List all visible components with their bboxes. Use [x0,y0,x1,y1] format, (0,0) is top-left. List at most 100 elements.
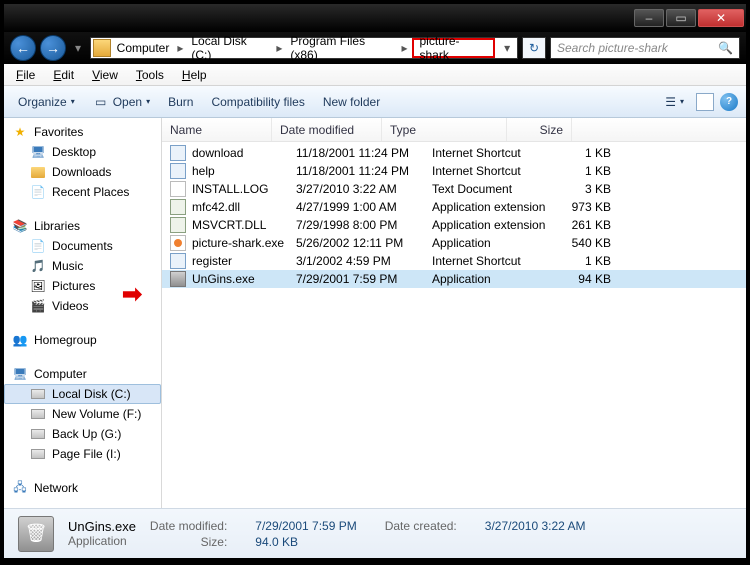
organize-button[interactable]: Organize ▾ [12,93,81,111]
back-button[interactable]: ← [10,35,36,61]
file-row[interactable]: help11/18/2001 11:24 PMInternet Shortcut… [162,162,746,180]
nav-favorites[interactable]: ★Favorites [4,122,161,142]
search-input[interactable]: Search picture-shark 🔍 [550,37,740,59]
file-row[interactable]: register3/1/2002 4:59 PMInternet Shortcu… [162,252,746,270]
drive-icon [30,426,46,442]
search-icon: 🔍 [718,41,733,55]
file-row[interactable]: picture-shark.exe 5/26/2002 12:11 PM Appli… [162,234,746,252]
menu-help[interactable]: Help [174,66,215,84]
nav-pane[interactable]: ★Favorites 🖥Desktop Downloads 📄Recent Pl… [4,118,162,508]
nav-videos[interactable]: 🎬Videos [4,296,161,316]
videos-icon: 🎬 [30,298,46,314]
file-type: Application [432,236,557,250]
chevron-right-icon[interactable]: ▸ [175,41,185,55]
help-button[interactable]: ? [720,93,738,111]
col-name[interactable]: Name [162,118,272,141]
file-size: 1 KB [563,254,611,268]
col-size[interactable]: Size [507,118,572,141]
breadcrumb-computer[interactable]: Computer [113,38,174,58]
nav-drive-c[interactable]: Local Disk (C:) [4,384,161,404]
file-list[interactable]: download11/18/2001 11:24 PMInternet Shor… [162,142,746,508]
nav-downloads[interactable]: Downloads [4,162,161,182]
nav-network[interactable]: 🖧Network [4,478,161,498]
file-date: 5/26/2002 12:11 PM [296,236,426,250]
col-date[interactable]: Date modified [272,118,382,141]
menu-edit[interactable]: Edit [45,66,82,84]
file-icon [170,163,186,179]
details-pane: 🗑 UnGins.exe Application Date modified: … [4,508,746,558]
titlebar: – ▭ ✕ [4,4,746,32]
view-mode-button[interactable]: ☰ ▾ [659,93,690,111]
menu-file[interactable]: File [8,66,43,84]
folder-icon [30,164,46,180]
close-button[interactable]: ✕ [698,9,744,27]
file-name: MSVCRT.DLL [192,218,290,232]
chevron-down-icon: ▾ [71,97,75,106]
desktop-icon: 🖥 [30,144,46,160]
menu-view[interactable]: View [84,66,126,84]
file-icon [170,217,186,233]
computer-icon: 🖥 [12,366,28,382]
menu-bar: File Edit View Tools Help [4,64,746,86]
details-modified-label: Date modified: [150,519,227,533]
recent-icon: 📄 [30,184,46,200]
menu-tools[interactable]: Tools [128,66,172,84]
file-name: picture-shark.exe [192,236,290,250]
nav-documents[interactable]: 📄Documents [4,236,161,256]
chevron-right-icon[interactable]: ▸ [274,41,284,55]
breadcrumb-bar[interactable]: Computer ▸ Local Disk (C:) ▸ Program Fil… [90,37,518,59]
open-button[interactable]: ▭Open ▾ [87,92,156,112]
nav-drive-i[interactable]: Page File (I:) [4,444,161,464]
nav-pictures[interactable]: 🖼Pictures [4,276,161,296]
breadcrumb-localdisk[interactable]: Local Disk (C:) [187,38,272,58]
nav-music[interactable]: 🎵Music [4,256,161,276]
nav-drive-g[interactable]: Back Up (G:) [4,424,161,444]
nav-computer[interactable]: 🖥Computer [4,364,161,384]
music-icon: 🎵 [30,258,46,274]
breadcrumb-programfiles[interactable]: Program Files (x86) [286,38,397,58]
file-date: 3/1/2002 4:59 PM [296,254,426,268]
column-headers: Name Date modified Type Size [162,118,746,142]
details-modified: 7/29/2001 7:59 PM [255,519,356,533]
file-type: Application extension [432,218,557,232]
body: ★Favorites 🖥Desktop Downloads 📄Recent Pl… [4,118,746,508]
file-row[interactable]: MSVCRT.DLL 7/29/1998 8:00 PM Application e… [162,216,746,234]
documents-icon: 📄 [30,238,46,254]
nav-desktop[interactable]: 🖥Desktop [4,142,161,162]
compatibility-files-button[interactable]: Compatibility files [205,93,310,111]
file-date: 7/29/1998 8:00 PM [296,218,426,232]
file-type: Internet Shortcut [432,164,557,178]
file-icon [170,145,186,161]
open-icon: ▭ [93,94,109,110]
file-row[interactable]: INSTALL.LOG3/27/2010 3:22 AMText Documen… [162,180,746,198]
forward-button[interactable]: → [40,35,66,61]
file-type: Text Document [432,182,557,196]
file-date: 4/27/1999 1:00 AM [296,200,426,214]
explorer-window: – ▭ ✕ ← → ▾ Computer ▸ Local Disk (C:) ▸… [3,3,747,559]
file-name: mfc42.dll [192,200,290,214]
preview-pane-button[interactable] [696,93,714,111]
network-icon: 🖧 [12,480,28,496]
file-row[interactable]: UnGins.exe7/29/2001 7:59 PMApplication94… [162,270,746,288]
maximize-button[interactable]: ▭ [666,9,696,27]
details-type: Application [68,534,136,548]
burn-button[interactable]: Burn [162,93,199,111]
breadcrumb-pictureshark[interactable]: picture-shark [412,38,496,58]
address-dropdown[interactable]: ▾ [499,41,515,55]
nav-libraries[interactable]: 📚Libraries [4,216,161,236]
file-row[interactable]: download11/18/2001 11:24 PMInternet Shor… [162,144,746,162]
minimize-button[interactable]: – [634,9,664,27]
nav-history-dropdown[interactable]: ▾ [70,37,86,59]
chevron-right-icon[interactable]: ▸ [399,41,409,55]
refresh-button[interactable]: ↻ [522,37,546,59]
file-row[interactable]: mfc42.dll4/27/1999 1:00 AMApplication ex… [162,198,746,216]
details-size: 94.0 KB [255,535,356,549]
col-type[interactable]: Type [382,118,507,141]
new-folder-button[interactable]: New folder [317,93,386,111]
nav-recent-places[interactable]: 📄Recent Places [4,182,161,202]
file-name: download [192,146,290,160]
nav-homegroup[interactable]: 👥Homegroup [4,330,161,350]
file-date: 7/29/2001 7:59 PM [296,272,426,286]
nav-drive-f[interactable]: New Volume (F:) [4,404,161,424]
toolbar: Organize ▾ ▭Open ▾ Burn Compatibility fi… [4,86,746,118]
